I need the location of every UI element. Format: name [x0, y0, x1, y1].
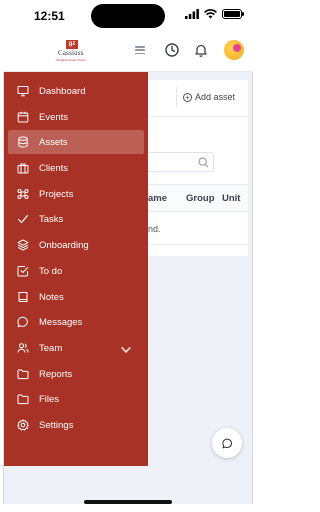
- sidebar-item-onboarding[interactable]: Onboarding: [8, 233, 144, 257]
- column-header-name[interactable]: ame: [148, 193, 167, 204]
- logo-name: Cassiuss: [58, 49, 84, 57]
- sidebar-item-assets[interactable]: Assets: [8, 130, 144, 154]
- folder-icon: [17, 394, 29, 405]
- app-header: gz Cassiuss Tangible Assets Portal: [4, 32, 252, 72]
- sidebar-item-reports[interactable]: Reports: [8, 362, 144, 386]
- sidebar-drawer: Dashboard Events Assets Clients Projects…: [4, 72, 148, 466]
- chat-icon: [221, 438, 232, 448]
- sidebar-item-team[interactable]: Team: [8, 336, 144, 360]
- sidebar-item-tasks[interactable]: Tasks: [8, 207, 144, 231]
- phone-screen: 12:51 gz Cassiuss Tangible Assets Portal: [0, 0, 256, 512]
- sidebar-item-label: To do: [39, 265, 63, 277]
- layers-icon: [17, 239, 29, 251]
- briefcase-icon: [17, 163, 29, 174]
- sidebar-item-notes[interactable]: Notes: [8, 285, 144, 309]
- brand-logo[interactable]: gz Cassiuss Tangible Assets Portal: [56, 40, 102, 66]
- sidebar-item-clients[interactable]: Clients: [8, 156, 144, 180]
- logo-mark: gz: [66, 40, 78, 49]
- plus-icon: +: [183, 92, 192, 102]
- sidebar-item-settings[interactable]: Settings: [8, 413, 144, 437]
- column-header-group[interactable]: Group: [186, 193, 215, 204]
- sidebar-item-todo[interactable]: To do: [8, 259, 144, 283]
- sidebar-item-projects[interactable]: Projects: [8, 182, 144, 206]
- message-circle-icon: [17, 316, 28, 328]
- sidebar-item-label: Tasks: [39, 213, 64, 225]
- sidebar-item-label: Notes: [39, 291, 64, 303]
- monitor-icon: [17, 86, 29, 97]
- sidebar-item-label: Events: [39, 111, 69, 123]
- sidebar-item-label: Assets: [39, 136, 68, 148]
- sidebar-item-label: Team: [39, 342, 63, 354]
- sidebar-item-label: Reports: [39, 368, 73, 380]
- chevron-down-icon[interactable]: [120, 344, 132, 356]
- sidebar-item-label: Settings: [39, 419, 74, 431]
- calendar-icon: [17, 111, 29, 123]
- clock-icon[interactable]: [164, 42, 180, 58]
- status-time: 12:51: [34, 9, 65, 23]
- sidebar-item-label: Clients: [39, 162, 69, 174]
- signal-icon: [185, 9, 199, 19]
- users-icon: [17, 343, 29, 353]
- sidebar-item-label: Onboarding: [39, 239, 89, 251]
- wifi-icon: [204, 9, 217, 19]
- sidebar-item-label: Projects: [39, 188, 74, 200]
- hamburger-icon[interactable]: [135, 46, 145, 55]
- sidebar-item-events[interactable]: Events: [8, 105, 144, 129]
- gear-icon: [17, 419, 29, 431]
- logo-tagline: Tangible Assets Portal: [56, 58, 86, 62]
- sidebar-item-messages[interactable]: Messages: [8, 310, 144, 334]
- search-icon: [198, 157, 209, 168]
- command-icon: [17, 189, 29, 199]
- dynamic-island: [91, 4, 165, 28]
- add-asset-label: Add asset: [195, 92, 236, 102]
- empty-table-message: nd.: [148, 224, 161, 234]
- book-icon: [18, 292, 28, 302]
- sidebar-item-label: Messages: [39, 316, 83, 328]
- column-header-unit[interactable]: Unit: [222, 193, 240, 204]
- add-asset-button[interactable]: + Add asset: [176, 87, 238, 107]
- sidebar-item-label: Dashboard: [39, 85, 86, 97]
- battery-icon: [222, 9, 244, 19]
- chat-button[interactable]: [212, 428, 242, 458]
- sidebar-item-dashboard[interactable]: Dashboard: [8, 79, 144, 103]
- status-bar: 12:51: [0, 0, 256, 32]
- database-icon: [18, 136, 28, 148]
- check-square-icon: [17, 266, 29, 277]
- check-icon: [17, 214, 29, 224]
- folder-icon: [17, 369, 29, 380]
- avatar[interactable]: [224, 40, 244, 60]
- status-icons: [185, 9, 244, 19]
- bell-icon[interactable]: [193, 42, 209, 58]
- sidebar-item-label: Files: [39, 393, 60, 405]
- sidebar-item-files[interactable]: Files: [8, 387, 144, 411]
- home-indicator[interactable]: [84, 500, 172, 504]
